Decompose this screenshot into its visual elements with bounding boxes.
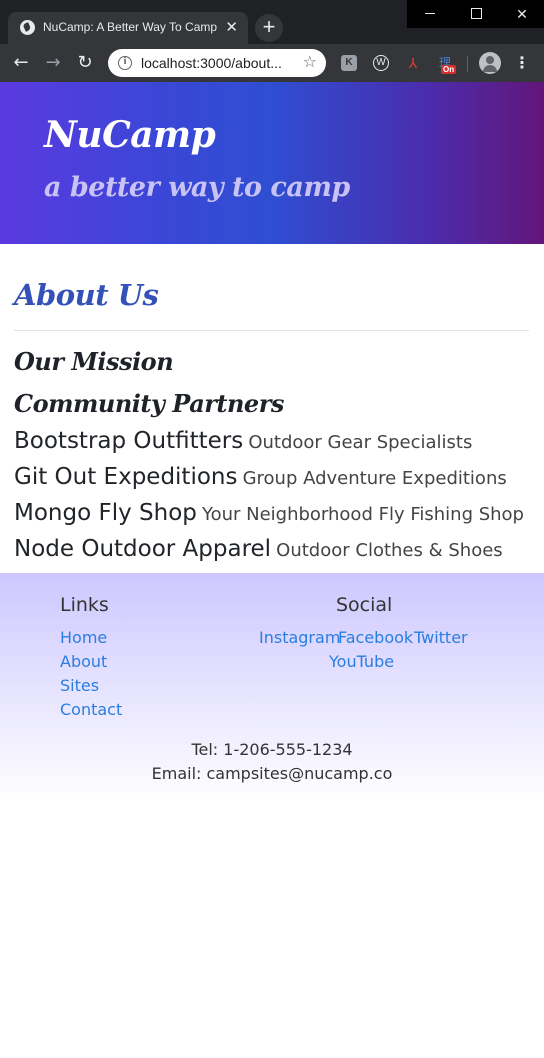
tab-title: NuCamp: A Better Way To Camp xyxy=(43,20,218,34)
globe-icon xyxy=(20,20,35,35)
jumbotron: NuCamp a better way to camp xyxy=(0,82,544,244)
mission-heading: Our Mission xyxy=(14,347,174,376)
divider xyxy=(14,330,529,331)
minimize-button[interactable] xyxy=(407,0,453,28)
partners-heading: Community Partners xyxy=(14,389,284,418)
url-text[interactable]: localhost:3000/about... xyxy=(141,55,282,71)
partner-description: Outdoor Clothes & Shoes xyxy=(276,540,503,561)
browser-toolbar: ← → ↻ i localhost:3000/about... ☆ K W ⅄ … xyxy=(0,44,544,82)
partner-item: Mongo Fly Shop Your Neighborhood Fly Fis… xyxy=(14,500,524,526)
footer: Links Home About Sites Contact Social In… xyxy=(0,573,544,803)
partner-name: Bootstrap Outfitters xyxy=(14,428,244,454)
partner-name: Mongo Fly Shop xyxy=(14,500,197,526)
extension-k-icon[interactable]: K xyxy=(341,55,357,71)
footer-social-heading: Social xyxy=(336,594,393,616)
extension-badge: On xyxy=(441,65,457,74)
kebab-menu-icon[interactable]: ⋮ xyxy=(514,53,530,72)
close-window-button[interactable]: ✕ xyxy=(499,0,544,28)
social-link-facebook[interactable]: Facebook xyxy=(338,628,413,647)
bookmark-star-icon[interactable]: ☆ xyxy=(303,52,317,71)
new-tab-button[interactable]: + xyxy=(255,14,283,42)
brand-tagline: a better way to camp xyxy=(44,172,350,203)
partner-description: Outdoor Gear Specialists xyxy=(248,432,473,453)
extension-w-icon[interactable]: W xyxy=(373,55,389,71)
browser-tab[interactable]: NuCamp: A Better Way To Camp ✕ xyxy=(8,12,248,44)
partner-item: Bootstrap Outfitters Outdoor Gear Specia… xyxy=(14,428,472,454)
partner-name: Git Out Expeditions xyxy=(14,464,238,490)
forward-arrow-icon[interactable]: → xyxy=(40,50,66,76)
back-arrow-icon[interactable]: ← xyxy=(8,50,34,76)
brand-title: NuCamp xyxy=(44,114,216,156)
reload-icon[interactable]: ↻ xyxy=(72,50,98,76)
social-link-twitter[interactable]: Twitter xyxy=(414,628,468,647)
footer-links-heading: Links xyxy=(60,594,109,616)
close-tab-icon[interactable]: ✕ xyxy=(225,18,238,36)
browser-titlebar: NuCamp: A Better Way To Camp ✕ + ✕ xyxy=(0,0,544,44)
profile-avatar-icon[interactable] xyxy=(479,52,501,74)
address-bar[interactable]: i localhost:3000/about... ☆ xyxy=(108,49,326,77)
partner-name: Node Outdoor Apparel xyxy=(14,536,272,562)
footer-link-about[interactable]: About xyxy=(60,652,107,671)
partner-item: Git Out Expeditions Group Adventure Expe… xyxy=(14,464,507,490)
footer-link-sites[interactable]: Sites xyxy=(60,676,99,695)
pdf-extension-icon[interactable]: ⅄ xyxy=(405,55,421,71)
maximize-button[interactable] xyxy=(453,0,499,28)
social-link-youtube[interactable]: YouTube xyxy=(329,652,394,671)
social-link-instagram[interactable]: Instagram xyxy=(259,628,340,647)
info-icon[interactable]: i xyxy=(118,56,132,70)
partner-description: Group Adventure Expeditions xyxy=(242,468,507,489)
page-title: About Us xyxy=(14,278,159,312)
contact-tel: Tel: 1-206-555-1234 xyxy=(191,740,353,759)
extension-badge-icon[interactable]: 理 On xyxy=(437,55,457,74)
partner-description: Your Neighborhood Fly Fishing Shop xyxy=(201,504,524,525)
footer-link-contact[interactable]: Contact xyxy=(60,700,122,719)
footer-link-home[interactable]: Home xyxy=(60,628,107,647)
contact-email[interactable]: Email: campsites@nucamp.co xyxy=(0,764,544,783)
partner-item: Node Outdoor Apparel Outdoor Clothes & S… xyxy=(14,536,503,562)
toolbar-divider xyxy=(467,56,468,72)
